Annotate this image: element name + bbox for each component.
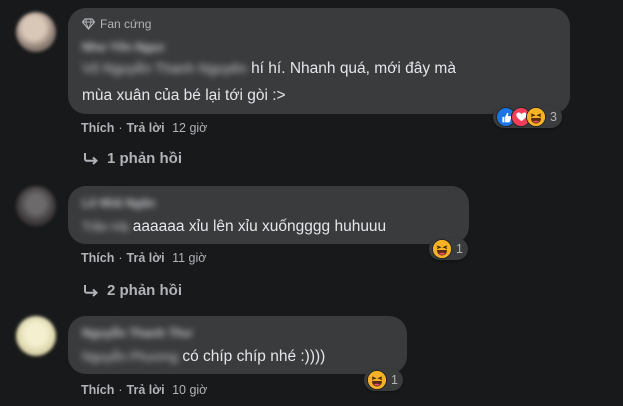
- timestamp[interactable]: 12 giờ: [172, 121, 207, 135]
- haha-icon: [526, 107, 546, 127]
- reply-arrow-icon: [84, 284, 98, 297]
- like-button[interactable]: Thích: [81, 121, 114, 135]
- avatar[interactable]: [16, 12, 56, 52]
- mention-tag[interactable]: Nguyễn Phương: [82, 343, 178, 371]
- reply-button[interactable]: Trả lời: [127, 121, 165, 135]
- reply-arrow-icon: [84, 152, 98, 165]
- comment-text-line2: mùa xuân của bé lại tới gòi :>: [82, 87, 286, 104]
- timestamp[interactable]: 10 giờ: [172, 383, 207, 397]
- comment-actions: Thích · Trả lời 12 giờ: [81, 121, 208, 135]
- haha-icon: [432, 239, 452, 259]
- mention-tag[interactable]: Võ Nguyễn Thanh Nguyên: [82, 54, 247, 82]
- author-name[interactable]: Nguyễn Thanh Thư: [82, 326, 192, 340]
- timestamp[interactable]: 11 giờ: [172, 251, 206, 265]
- comment-actions: Thích · Trả lời 11 giờ: [81, 251, 207, 265]
- replies-count: 2 phản hồi: [107, 282, 182, 299]
- reactions-summary[interactable]: 3: [493, 106, 562, 128]
- reply-button[interactable]: Trả lời: [127, 383, 165, 397]
- avatar[interactable]: [16, 316, 56, 356]
- reaction-count: 1: [456, 242, 463, 256]
- comment-text: Trần Hà aaaaaa xỉu lên xỉu xuốngggg huhu…: [82, 213, 386, 241]
- haha-icon: [367, 370, 387, 390]
- reaction-count: 3: [550, 110, 557, 124]
- reactions-summary[interactable]: 1: [364, 369, 403, 391]
- comment-text-content: có chíp chíp nhé :)))): [182, 348, 326, 365]
- reply-button[interactable]: Trả lời: [127, 251, 165, 265]
- avatar[interactable]: [16, 186, 56, 226]
- view-replies-button[interactable]: 2 phản hồi: [83, 282, 182, 299]
- comment-text: Võ Nguyễn Thanh Nguyên hí hí. Nhanh quá,…: [82, 54, 456, 83]
- like-button[interactable]: Thích: [81, 251, 114, 265]
- badge-label: Fan cứng: [100, 17, 152, 31]
- like-button[interactable]: Thích: [81, 383, 114, 397]
- mention-tag[interactable]: Trần Hà: [82, 213, 128, 241]
- reaction-count: 1: [391, 373, 398, 387]
- comment-text-content: aaaaaa xỉu lên xỉu xuốngggg huhuuu: [132, 218, 387, 235]
- view-replies-button[interactable]: 1 phản hồi: [83, 150, 182, 167]
- replies-count: 1 phản hồi: [107, 150, 182, 167]
- comment-actions: Thích · Trả lời 10 giờ: [81, 383, 208, 397]
- author-name[interactable]: Lê Nhã Ngân: [82, 196, 155, 210]
- fan-badge: Fan cứng: [82, 17, 151, 31]
- reactions-summary[interactable]: 1: [429, 238, 468, 260]
- comment-text-line1: hí hí. Nhanh quá, mới đây mà: [251, 60, 456, 77]
- comment-text: Nguyễn Phương có chíp chíp nhé :)))): [82, 343, 325, 371]
- diamond-icon: [82, 18, 95, 30]
- author-name[interactable]: Như Yến Ngọc: [82, 40, 165, 54]
